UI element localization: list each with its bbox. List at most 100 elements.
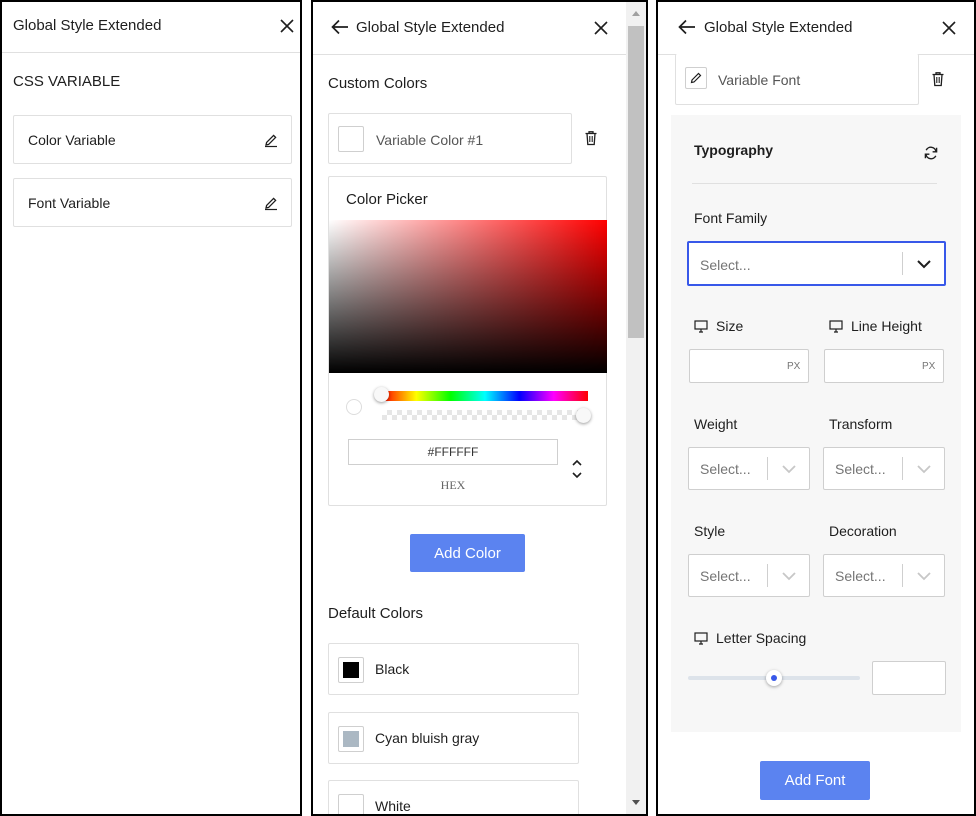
color-variable-label: Color Variable (28, 132, 116, 148)
letter-spacing-handle[interactable] (766, 670, 782, 686)
weight-placeholder: Select... (700, 461, 751, 477)
hue-slider[interactable] (382, 391, 588, 401)
panel-font-variable: Global Style Extended Variable Font Typo… (656, 0, 976, 816)
scroll-up-icon[interactable] (631, 9, 641, 17)
panel-css-variable: Global Style Extended CSS VARIABLE Color… (0, 0, 302, 816)
font-family-select[interactable]: Select... (687, 241, 946, 286)
saturation-area[interactable] (329, 220, 607, 373)
trash-icon[interactable] (931, 71, 945, 87)
style-placeholder: Select... (700, 568, 751, 584)
default-color-item[interactable]: Cyan bluish gray (328, 712, 579, 764)
variable-color-item[interactable]: Variable Color #1 (328, 113, 572, 164)
color-picker-card: Color Picker #FFFFFF HEX (328, 176, 607, 506)
panel-title: Global Style Extended (13, 17, 162, 34)
default-color-item[interactable]: White (328, 780, 579, 814)
chevron-down-icon[interactable] (916, 258, 932, 270)
default-colors-title: Default Colors (328, 605, 424, 622)
default-color-label: White (375, 798, 411, 814)
desktop-icon (694, 320, 708, 333)
hex-label: HEX (440, 478, 466, 492)
style-select[interactable]: Select... (688, 554, 810, 597)
mode-toggle-icon[interactable] (571, 458, 583, 480)
decoration-placeholder: Select... (835, 568, 886, 584)
header-divider (2, 52, 300, 53)
decoration-label: Decoration (829, 523, 897, 539)
panel-title: Global Style Extended (704, 19, 853, 36)
desktop-icon (694, 632, 708, 645)
variable-font-label: Variable Font (718, 72, 801, 88)
select-separator (767, 457, 768, 480)
letter-spacing-input[interactable] (872, 661, 946, 695)
typography-divider (692, 183, 937, 184)
custom-colors-title: Custom Colors (328, 75, 428, 92)
line-height-input[interactable]: PX (824, 349, 944, 383)
transform-label: Transform (829, 416, 893, 432)
font-variable-item[interactable]: Font Variable (13, 178, 292, 227)
pencil-icon (690, 72, 702, 84)
color-variable-item[interactable]: Color Variable (13, 115, 292, 164)
color-swatch[interactable] (338, 126, 364, 152)
scrollbar-thumb[interactable] (628, 26, 644, 338)
desktop-icon (829, 320, 843, 333)
size-input[interactable]: PX (689, 349, 809, 383)
back-arrow-icon[interactable] (330, 18, 350, 36)
swatch-fill (343, 662, 359, 678)
hex-input[interactable]: #FFFFFF (348, 439, 558, 465)
weight-select[interactable]: Select... (688, 447, 810, 490)
add-color-button[interactable]: Add Color (410, 534, 525, 572)
select-separator (902, 252, 903, 275)
font-family-placeholder: Select... (700, 257, 751, 273)
select-separator (767, 564, 768, 587)
decoration-select[interactable]: Select... (823, 554, 945, 597)
close-icon[interactable] (940, 19, 958, 37)
reset-icon[interactable] (923, 145, 939, 161)
close-icon[interactable] (592, 19, 610, 37)
header-divider (313, 54, 626, 55)
panel-custom-colors: Global Style Extended Custom Colors Vari… (311, 0, 648, 816)
trash-icon[interactable] (584, 130, 598, 146)
size-unit: PX (787, 361, 801, 372)
panel-title: Global Style Extended (356, 19, 505, 36)
color-swatch[interactable] (338, 657, 364, 683)
transform-select[interactable]: Select... (823, 447, 945, 490)
scrollbar-track[interactable] (626, 2, 646, 814)
color-preview-dot (346, 399, 362, 415)
chevron-down-icon[interactable] (781, 463, 797, 475)
variable-color-label: Variable Color #1 (376, 132, 484, 148)
section-title: CSS VARIABLE (13, 73, 121, 90)
typography-panel: Typography Font Family Select... Size PX… (671, 115, 961, 732)
typography-title: Typography (694, 142, 774, 158)
transform-placeholder: Select... (835, 461, 886, 477)
back-arrow-icon[interactable] (677, 18, 697, 36)
default-color-label: Cyan bluish gray (375, 730, 480, 746)
add-font-button[interactable]: Add Font (760, 761, 870, 800)
hue-slider-handle[interactable] (374, 387, 389, 402)
weight-label: Weight (694, 416, 738, 432)
style-label: Style (694, 523, 726, 539)
edit-icon[interactable] (263, 195, 279, 211)
close-icon[interactable] (278, 17, 296, 35)
select-separator (902, 457, 903, 480)
color-swatch[interactable] (338, 794, 364, 814)
default-color-item[interactable]: Black (328, 643, 579, 695)
alpha-slider[interactable] (382, 410, 588, 420)
line-height-label: Line Height (851, 318, 922, 334)
line-height-unit: PX (922, 361, 936, 372)
color-picker-title: Color Picker (346, 191, 428, 208)
chevron-down-icon[interactable] (916, 570, 932, 582)
letter-spacing-slider[interactable] (688, 670, 860, 686)
handle-dot (771, 675, 777, 681)
scroll-down-icon[interactable] (631, 799, 641, 807)
letter-spacing-label: Letter Spacing (716, 630, 807, 646)
variable-font-item[interactable]: Variable Font (675, 54, 919, 105)
select-separator (902, 564, 903, 587)
edit-box[interactable] (685, 67, 707, 89)
font-family-label: Font Family (694, 210, 768, 226)
font-variable-label: Font Variable (28, 195, 111, 211)
color-swatch[interactable] (338, 726, 364, 752)
chevron-down-icon[interactable] (916, 463, 932, 475)
default-color-label: Black (375, 661, 410, 677)
alpha-slider-handle[interactable] (576, 408, 591, 423)
edit-icon[interactable] (263, 132, 279, 148)
chevron-down-icon[interactable] (781, 570, 797, 582)
